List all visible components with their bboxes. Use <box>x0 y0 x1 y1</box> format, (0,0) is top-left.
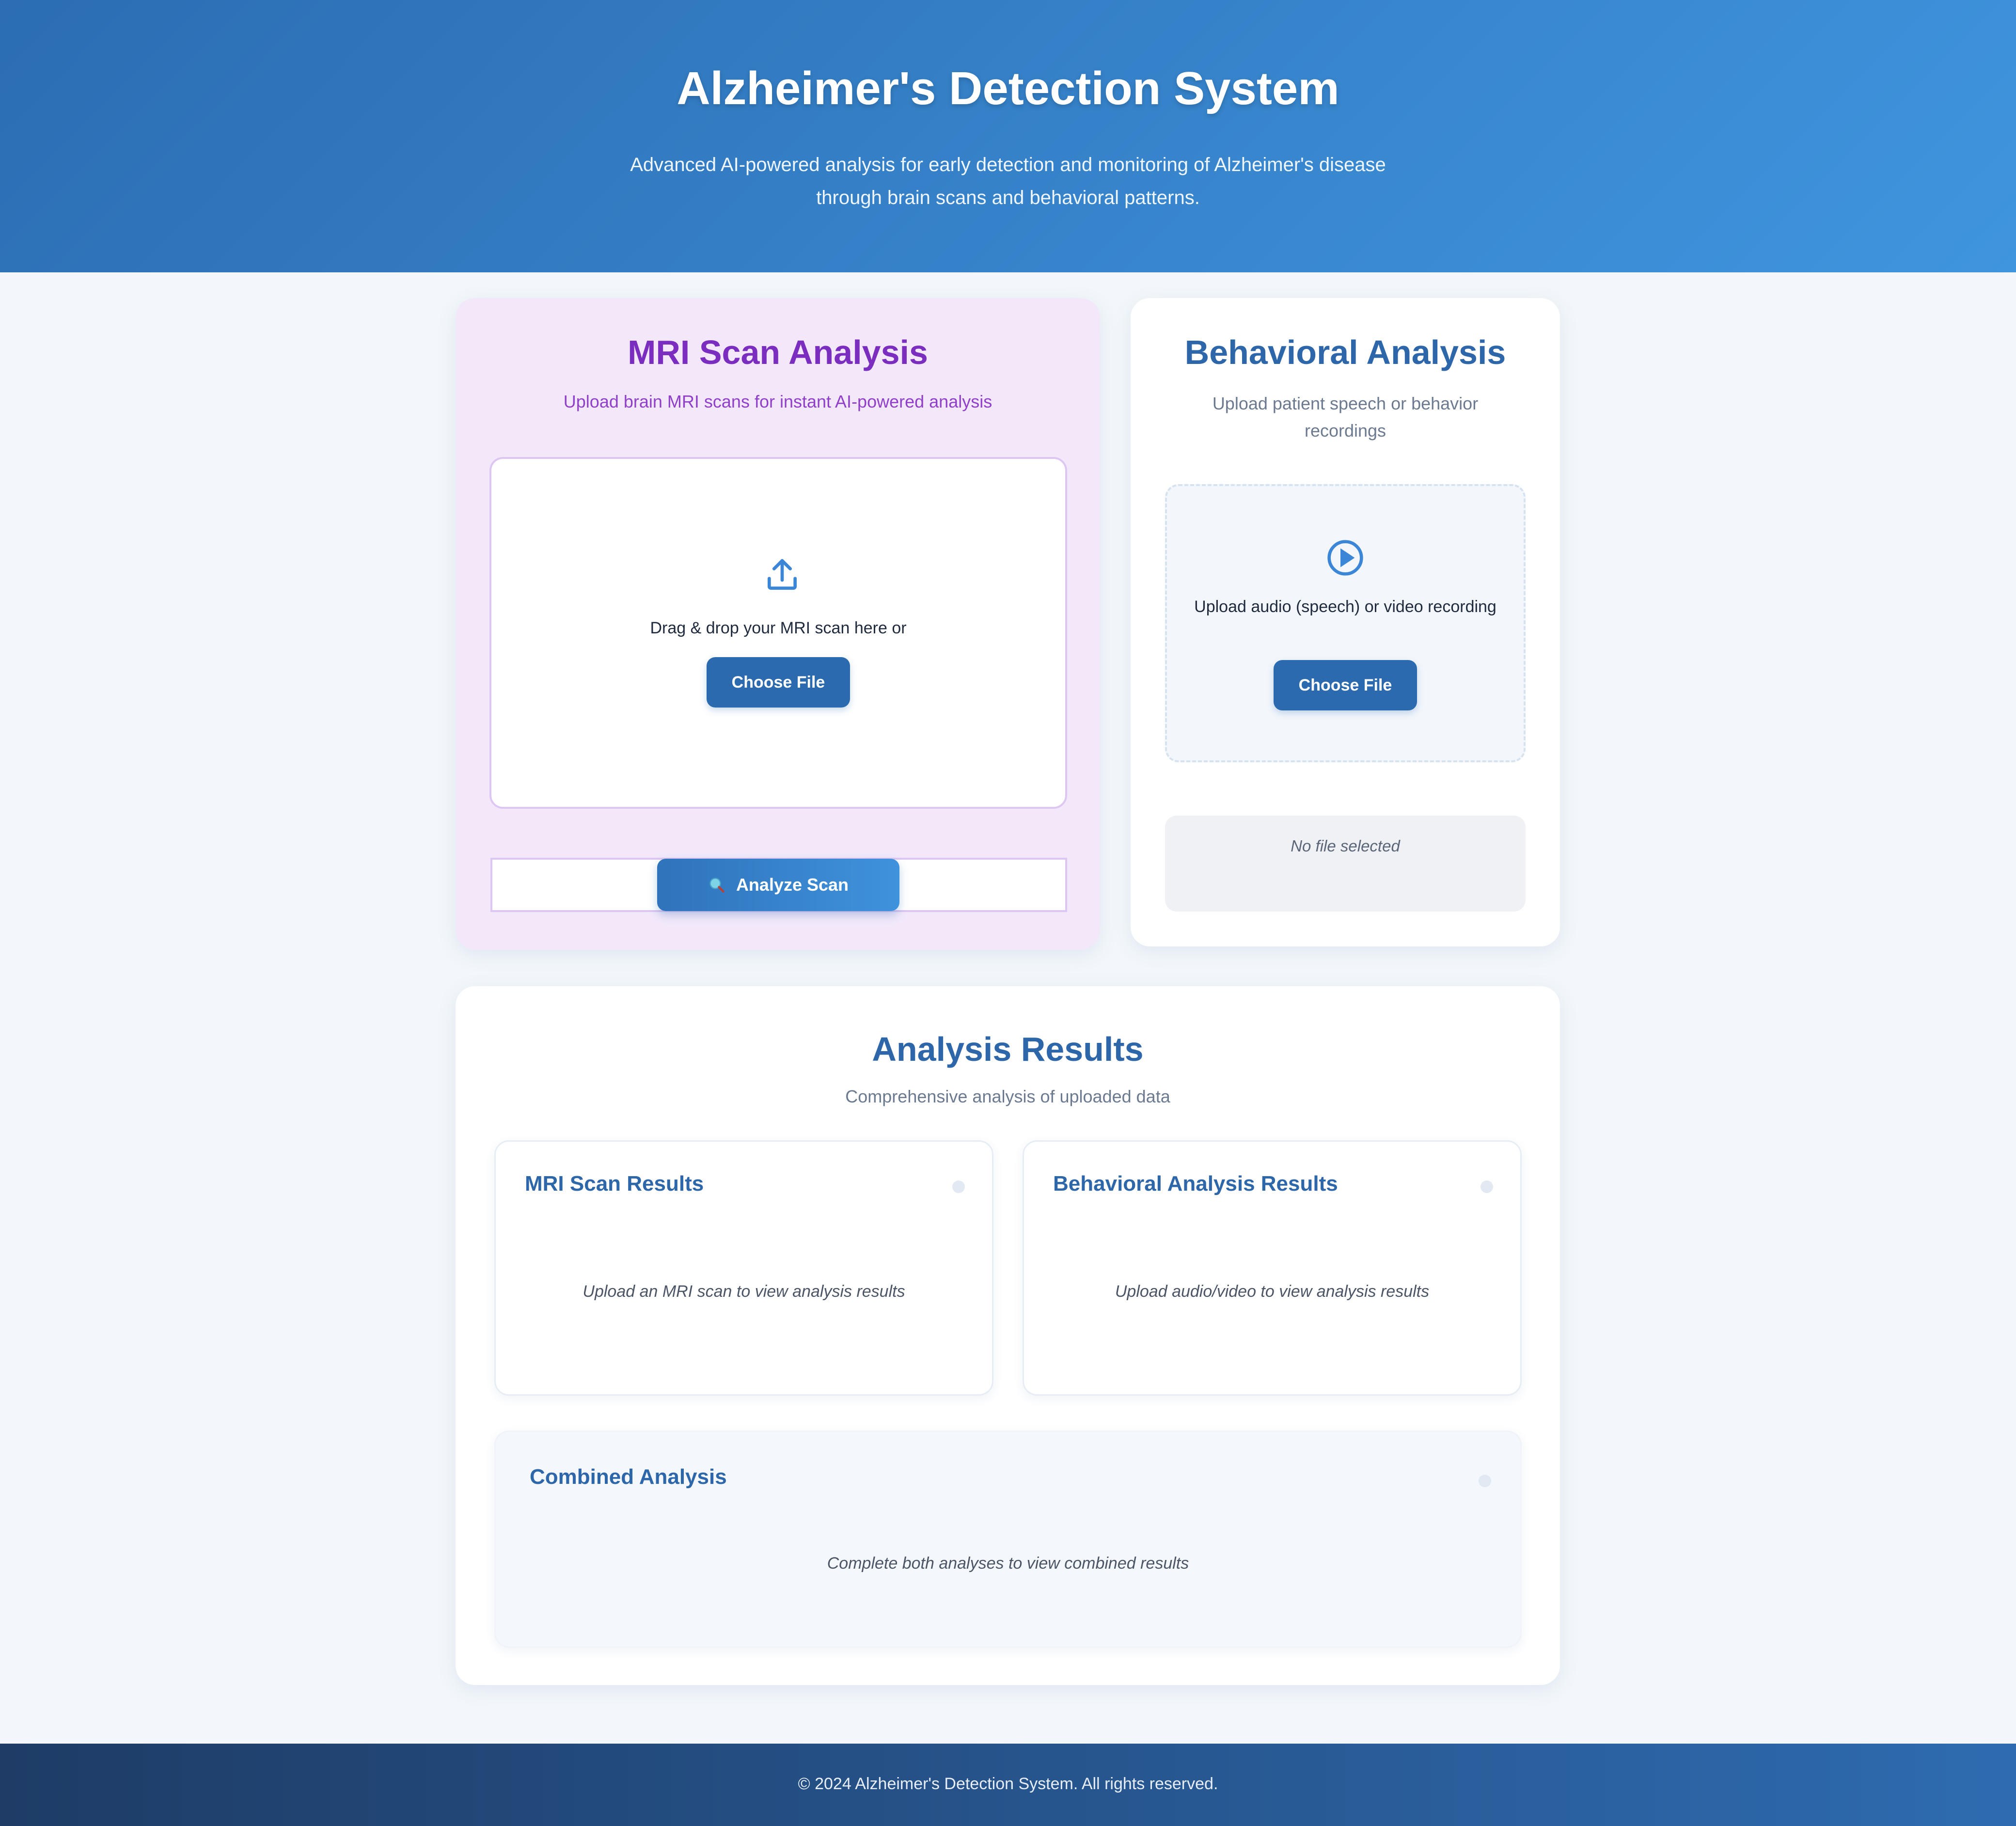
play-circle-icon <box>1327 540 1363 576</box>
footer-text: © 2024 Alzheimer's Detection System. All… <box>798 1775 1218 1793</box>
behavioral-choose-file-button[interactable]: Choose File <box>1274 660 1417 710</box>
status-dot <box>1480 1181 1493 1193</box>
mri-results-placeholder: Upload an MRI scan to view analysis resu… <box>583 1282 905 1301</box>
page-header: Alzheimer's Detection System Advanced AI… <box>0 0 2016 272</box>
file-status: No file selected <box>1165 816 1526 912</box>
analyze-scan-button[interactable]: Analyze Scan <box>657 859 899 911</box>
behavioral-results-placeholder: Upload audio/video to view analysis resu… <box>1115 1282 1430 1301</box>
upload-icon <box>768 559 797 590</box>
behavioral-results-title: Behavioral Analysis Results <box>1053 1172 1338 1196</box>
behavioral-results-panel: Behavioral Analysis Results Upload audio… <box>1023 1140 1522 1396</box>
combined-results-placeholder: Complete both analyses to view combined … <box>827 1554 1189 1573</box>
mri-results-title: MRI Scan Results <box>525 1172 704 1196</box>
mri-card-title: MRI Scan Analysis <box>628 333 928 371</box>
results-subtitle: Comprehensive analysis of uploaded data <box>845 1086 1170 1106</box>
status-dot <box>1479 1475 1491 1487</box>
mri-drop-text: Drag & drop your MRI scan here or <box>650 619 907 637</box>
behavioral-dropzone[interactable] <box>1165 484 1526 762</box>
mri-dropzone[interactable]: Drag & drop your MRI scan here or <box>489 457 1067 809</box>
combined-results-title: Combined Analysis <box>530 1465 727 1489</box>
page-subtitle: Advanced AI-powered analysis for early d… <box>630 154 1386 208</box>
status-dot <box>952 1181 965 1193</box>
behavioral-card-title: Behavioral Analysis <box>1184 333 1506 371</box>
page-title: Alzheimer's Detection System <box>677 63 1339 114</box>
behavioral-drop-text: Upload audio (speech) or video recording <box>1194 598 1496 616</box>
analyze-scan-label: Analyze Scan <box>736 875 849 895</box>
mri-results-panel: MRI Scan Results Upload an MRI scan to v… <box>494 1140 993 1396</box>
behavioral-card-subtitle: Upload patient speech or behavior record… <box>1212 394 1479 441</box>
mri-choose-file-button[interactable]: Choose File <box>707 657 850 708</box>
results-title: Analysis Results <box>872 1030 1144 1068</box>
mri-card-subtitle: Upload brain MRI scans for instant AI-po… <box>563 392 992 411</box>
magnifier-icon <box>709 878 724 893</box>
combined-results-panel: Combined Analysis Complete both analyses… <box>494 1431 1522 1648</box>
page-footer: © 2024 Alzheimer's Detection System. All… <box>0 1744 2016 1826</box>
mri-analysis-card: MRI Scan Analysis Upload brain MRI scans… <box>456 298 1100 950</box>
